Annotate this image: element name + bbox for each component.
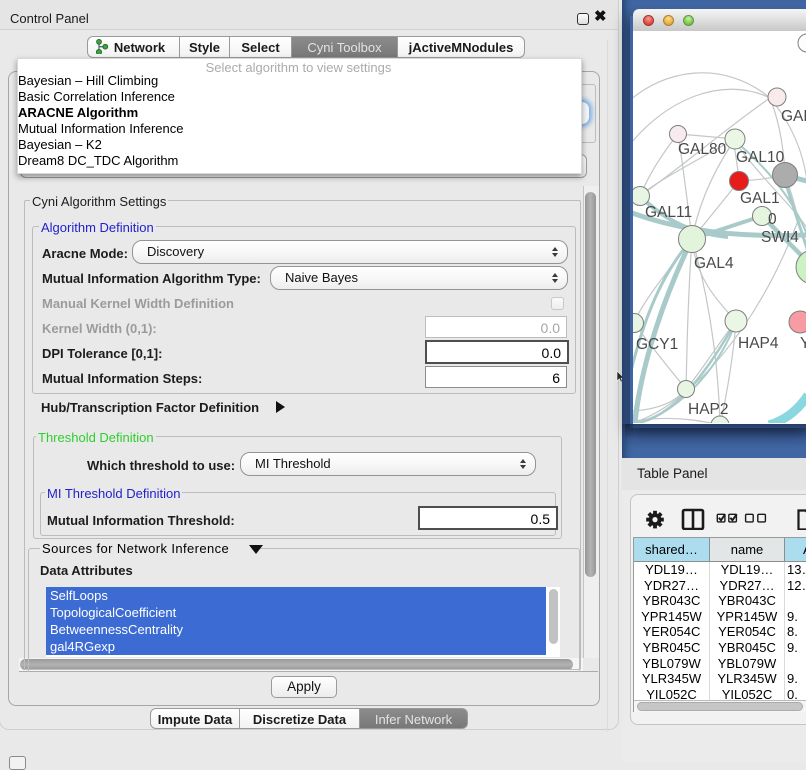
svg-text:GAL4: GAL4 bbox=[694, 255, 734, 272]
svg-text:GAL11: GAL11 bbox=[645, 204, 692, 221]
svg-text:HAP2: HAP2 bbox=[688, 401, 729, 418]
svg-text:GAL80: GAL80 bbox=[678, 141, 727, 158]
svg-text:SWI4: SWI4 bbox=[761, 229, 799, 246]
svg-text:GAL10: GAL10 bbox=[736, 149, 785, 166]
svg-text:HAP4: HAP4 bbox=[738, 335, 779, 352]
svg-text:GAL7: GAL7 bbox=[781, 108, 806, 125]
svg-text:0: 0 bbox=[768, 211, 777, 228]
svg-text:GAL1: GAL1 bbox=[740, 190, 780, 207]
svg-text:YP: YP bbox=[800, 335, 806, 352]
svg-text:GCY1: GCY1 bbox=[636, 336, 678, 353]
